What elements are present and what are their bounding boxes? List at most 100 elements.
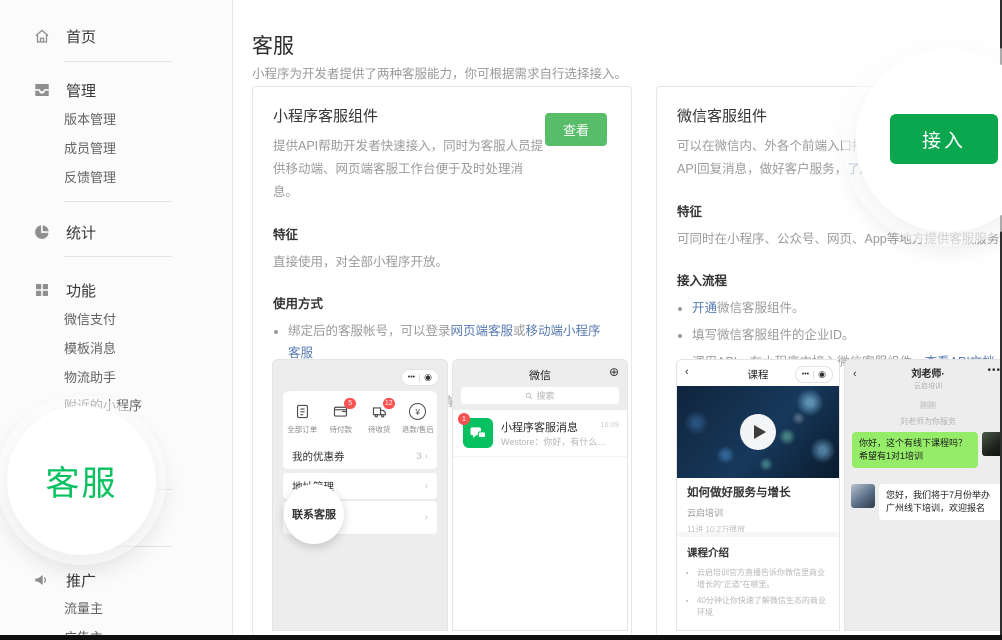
usage-heading: 使用方式 xyxy=(273,293,611,312)
shortcut-all-orders[interactable]: 全部订单 xyxy=(283,403,322,435)
shortcut-pending-delivery[interactable]: 12 待收货 xyxy=(360,403,399,435)
web-service-link[interactable]: 网页端客服 xyxy=(451,324,514,338)
chat-bubbles-icon xyxy=(469,424,487,442)
sidebar-item-stats[interactable]: 统计 xyxy=(33,222,96,242)
play-triangle-icon xyxy=(754,425,766,439)
flow-bullet: 填写微信客服组件的企业ID。 xyxy=(692,324,1002,346)
intro-bullet: 云启培训官方直播告诉你微信里商业增长的“正道”在哪里。 xyxy=(697,567,831,591)
contact-org: 云启培训 xyxy=(845,381,1002,391)
feature-text: 直接使用，对全部小程序开放。 xyxy=(273,251,611,273)
chat-time: 16:09 xyxy=(600,420,619,429)
course-intro: 课程介绍 云启培训官方直播告诉你微信里商业增长的“正道”在哪里。 40分钟让你快… xyxy=(687,545,831,623)
shortcut-label: 待收货 xyxy=(368,424,391,435)
capsule-divider xyxy=(813,371,814,379)
video-title: 如何做好服务与增长 xyxy=(687,484,829,500)
phone-mockup-wechat-list: 微信 ⊕ 搜索 1 小程序客服消息 16:09 Westore：你好，有什么可以… xyxy=(452,359,628,631)
row-label: 我的优惠券 xyxy=(292,449,345,464)
phone-mockup-chat: ‹ 刘老师· 云启培训 ••• 刚刚 刘老师为你服务 你好，这个有线下课程吗？希… xyxy=(844,359,1002,631)
grid-icon xyxy=(33,281,51,299)
contact-service-spotlight[interactable]: 联系客服 xyxy=(284,484,344,544)
intro-bullet: 40分钟让你快速了解微信生态的商业环境 xyxy=(697,595,831,619)
chat-preview: Westore：你好，有什么可以帮您？ xyxy=(501,435,613,448)
play-button[interactable] xyxy=(740,414,776,450)
sidebar-item-promotion[interactable]: 推广 xyxy=(33,570,96,590)
contact-name: 刘老师· xyxy=(845,365,1002,380)
sidebar-item-home[interactable]: 首页 xyxy=(33,26,96,46)
bullet-text: 填写微信客服组件的企业ID。 xyxy=(692,328,855,342)
flow-heading: 接入流程 xyxy=(677,270,1002,289)
chat-title: 小程序客服消息 xyxy=(501,419,578,435)
badge-count: 5 xyxy=(344,398,356,409)
shortcut-label: 全部订单 xyxy=(287,424,317,435)
mini-program-service-card: 小程序客服组件 查看 提供API帮助开发者快速接入，同时为客服人员提供移动端、网… xyxy=(252,86,632,640)
sidebar-item-version-manage[interactable]: 版本管理 xyxy=(64,112,116,128)
sidebar-divider xyxy=(64,256,172,257)
shortcut-label: 待付款 xyxy=(330,424,353,435)
agent-avatar xyxy=(851,484,875,508)
plus-icon[interactable]: ⊕ xyxy=(609,365,619,379)
contact-service-spotlight-label: 联系客服 xyxy=(292,506,336,522)
bullet-text: 微信客服组件。 xyxy=(717,301,805,315)
sidebar: 首页 管理 版本管理 成员管理 反馈管理 统计 功能 微信支付 模板消息 xyxy=(0,0,233,640)
bullet-text: 或 xyxy=(513,324,526,338)
miniprogram-menu-capsule[interactable]: ••• ◉ xyxy=(401,369,439,386)
phone-mockup-course: ‹ 课程 ••• ◉ 如何做好服务与增长 云启培训 11讲 10.2万播放 xyxy=(676,359,840,631)
wechat-title: 微信 xyxy=(453,367,627,383)
capsule-divider xyxy=(419,374,420,382)
desc-text: API回复消息，做好客户服务， xyxy=(677,162,847,176)
chevron-right-icon: › xyxy=(425,451,428,462)
sidebar-item-template-message[interactable]: 模板消息 xyxy=(64,341,116,357)
shortcut-pending-payment[interactable]: 5 待付款 xyxy=(322,403,361,435)
search-placeholder: 搜索 xyxy=(536,389,554,402)
chat-notice: 刘老师为你服务 xyxy=(845,416,1002,427)
chat-list-item[interactable]: 1 小程序客服消息 16:09 Westore：你好，有什么可以帮您？ xyxy=(453,410,627,457)
phone-previews: ‹ 课程 ••• ◉ 如何做好服务与增长 云启培训 11讲 10.2万播放 xyxy=(676,359,1002,631)
sidebar-item-logistics[interactable]: 物流助手 xyxy=(64,370,116,386)
intro-heading: 课程介绍 xyxy=(687,545,831,560)
chat-contact: 刘老师· 云启培训 xyxy=(845,365,1002,391)
message-bubble: 您好，我们将于7月份举办广州线下培训，欢迎报名 xyxy=(879,484,1002,520)
section-divider xyxy=(677,532,839,537)
order-shortcuts-card: 全部订单 5 待付款 12 待收货 xyxy=(283,391,437,447)
sidebar-item-label: 推广 xyxy=(66,570,96,591)
feature-heading: 特征 xyxy=(273,224,611,243)
search-bar[interactable]: 搜索 xyxy=(461,387,619,404)
sidebar-item-traffic-owner[interactable]: 流量主 xyxy=(64,601,103,617)
activate-link[interactable]: 开通 xyxy=(692,301,717,315)
row-my-coupons[interactable]: 我的优惠券 3› xyxy=(283,443,437,469)
unread-badge: 1 xyxy=(458,413,470,425)
user-avatar xyxy=(982,432,1002,456)
page-title: 客服 xyxy=(252,30,294,60)
chevron-right-icon: › xyxy=(425,481,428,492)
yuan-symbol: ¥ xyxy=(415,407,420,417)
course-header: ‹ 课程 ••• ◉ xyxy=(677,360,839,386)
chat-timestamp: 刚刚 xyxy=(845,400,1002,411)
bullet-text: 绑定后的客服帐号，可以登录 xyxy=(288,324,451,338)
more-dots-icon[interactable]: ••• xyxy=(987,365,1001,376)
megaphone-icon xyxy=(33,571,51,589)
sidebar-spotlight-customer-service[interactable]: 客服 xyxy=(7,406,156,555)
close-target-icon: ◉ xyxy=(424,373,432,382)
message-user: 你好，这个有线下课程吗？希望有1对1培训 xyxy=(852,432,1002,468)
join-button[interactable]: 接入 xyxy=(890,114,998,164)
badge-count: 12 xyxy=(383,398,395,409)
sidebar-item-manage[interactable]: 管理 xyxy=(33,80,96,100)
view-button[interactable]: 查看 xyxy=(545,113,607,146)
wechat-header: 微信 ⊕ 搜索 xyxy=(453,360,627,410)
video-org: 云启培训 xyxy=(687,506,829,519)
pie-chart-icon xyxy=(33,223,51,241)
search-icon xyxy=(525,392,533,400)
sidebar-item-wechat-pay[interactable]: 微信支付 xyxy=(64,312,116,328)
miniprogram-menu-capsule[interactable]: ••• ◉ xyxy=(795,366,833,383)
phone-previews: ••• ◉ 全部订单 5 xyxy=(272,359,628,631)
sidebar-item-feedback-manage[interactable]: 反馈管理 xyxy=(64,170,116,186)
chevron-right-icon: › xyxy=(425,512,428,523)
sidebar-divider xyxy=(64,61,172,62)
sidebar-item-member-manage[interactable]: 成员管理 xyxy=(64,141,116,157)
sidebar-item-features[interactable]: 功能 xyxy=(33,280,96,300)
inbox-icon xyxy=(33,81,51,99)
sidebar-item-label: 首页 xyxy=(66,26,96,47)
shortcut-refund[interactable]: ¥ 退款/售后 xyxy=(399,403,438,435)
page-subtitle: 小程序为开发者提供了两种客服能力，你可根据需求自行选择接入。 xyxy=(252,63,627,82)
wechat-mp-console: 首页 管理 版本管理 成员管理 反馈管理 统计 功能 微信支付 模板消息 xyxy=(0,0,1002,640)
